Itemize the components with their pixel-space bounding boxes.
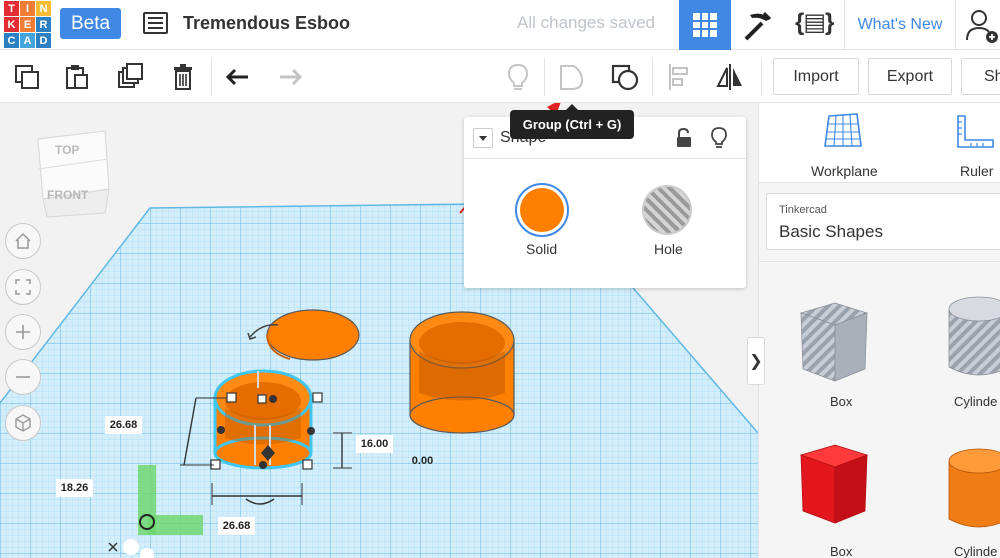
logo-letter: R: [36, 17, 51, 32]
import-button[interactable]: Import: [773, 58, 859, 95]
fit-view-icon: [15, 279, 31, 295]
show-all-button[interactable]: [500, 59, 536, 95]
collapse-caret-icon[interactable]: [473, 128, 493, 148]
undo-button[interactable]: [220, 59, 256, 95]
shapes-library-panel: Workplane Ruler Tinkercad Basic Shapes B…: [758, 103, 1000, 558]
save-status: All changes saved: [517, 13, 655, 32]
elevation-label[interactable]: 0.00: [404, 452, 441, 470]
shape-library-dropdown[interactable]: Tinkercad Basic Shapes: [766, 193, 1000, 250]
group-button[interactable]: [553, 59, 589, 95]
duplicate-icon: [118, 63, 143, 88]
ruler-icon[interactable]: [955, 114, 995, 150]
logo-letter: K: [4, 17, 19, 32]
x-dimension-label[interactable]: 26.68: [218, 517, 255, 535]
view-cube-top-label: TOP: [55, 143, 80, 157]
ungroup-shape-icon: [611, 64, 639, 91]
logo-letter: N: [36, 1, 51, 16]
duplicate-button[interactable]: [113, 59, 149, 95]
align-button[interactable]: [661, 59, 697, 95]
lightbulb-icon: [507, 63, 529, 90]
3d-view-button[interactable]: [679, 0, 731, 50]
mirror-icon: [716, 64, 742, 90]
solid-label: Solid: [526, 241, 558, 257]
copy-button[interactable]: [9, 59, 45, 95]
library-vendor: Tinkercad: [779, 204, 827, 216]
home-icon: [15, 232, 31, 249]
code-blocks-icon[interactable]: {▤}: [795, 8, 834, 37]
share-button[interactable]: Sh: [961, 58, 1000, 95]
zoom-in-button[interactable]: [5, 314, 41, 350]
chevron-right-icon: ❯: [749, 353, 763, 370]
shape-label: Box: [830, 544, 853, 558]
design-list-icon[interactable]: [143, 12, 168, 34]
align-icon: [669, 64, 688, 90]
tinkercad-logo[interactable]: T I N K E R C A D: [4, 1, 51, 48]
beta-badge[interactable]: Beta: [60, 8, 121, 39]
library-name: Basic Shapes: [779, 222, 883, 241]
box-shape[interactable]: [795, 433, 871, 543]
shape-label: Cylinde: [954, 544, 998, 558]
z-dimension-label[interactable]: 16.00: [356, 435, 393, 453]
logo-letter: D: [36, 33, 51, 48]
logo-letter: C: [4, 33, 19, 48]
logo-letter: I: [20, 1, 35, 16]
paste-button[interactable]: [59, 59, 95, 95]
zoom-out-button[interactable]: [5, 359, 41, 395]
redo-button[interactable]: [272, 59, 308, 95]
view-cube-front-label: FRONT: [47, 188, 89, 202]
3d-workspace[interactable]: TOP FRONT 26.68 16.00 0.00 18.26 26.68 S…: [0, 103, 758, 558]
top-bar: T I N K E R C A D Beta Tremendous Esboo …: [0, 0, 1000, 50]
home-view-button[interactable]: [5, 223, 41, 259]
grid-icon: [693, 13, 717, 37]
workplane-label: Workplane: [811, 163, 878, 179]
cylinder-shape[interactable]: [947, 443, 1000, 535]
export-button[interactable]: Export: [868, 58, 952, 95]
mirror-button[interactable]: [712, 59, 748, 95]
y-dimension-label[interactable]: 18.26: [56, 479, 93, 497]
shape-label: Box: [830, 394, 853, 409]
group-shape-icon: [560, 65, 584, 90]
delete-button[interactable]: [165, 59, 201, 95]
minus-icon: [16, 376, 30, 378]
redo-arrow-icon: [280, 68, 303, 86]
box-hole-shape[interactable]: [795, 291, 871, 383]
unlock-icon[interactable]: [675, 128, 693, 148]
plus-icon: [16, 325, 30, 339]
logo-letter: A: [20, 33, 35, 48]
ruler-label: Ruler: [960, 163, 994, 179]
ungroup-button[interactable]: [607, 59, 643, 95]
height-dimension-label[interactable]: 26.68: [105, 416, 142, 434]
workplane-icon[interactable]: [823, 112, 863, 150]
trash-icon: [174, 64, 192, 90]
shape-inspector-panel: Shape Solid Hole: [464, 117, 746, 288]
logo-letter: E: [20, 17, 35, 32]
fit-view-button[interactable]: [5, 269, 41, 305]
lightbulb-icon[interactable]: [710, 127, 728, 149]
cube-icon: [15, 414, 31, 432]
logo-letter: T: [4, 1, 19, 16]
edit-toolbar: Import Export Sh: [0, 50, 1000, 103]
solid-swatch: [520, 188, 564, 232]
undo-arrow-icon: [225, 68, 248, 86]
perspective-button[interactable]: [5, 405, 41, 441]
pickaxe-icon[interactable]: [740, 7, 776, 43]
solid-color-button[interactable]: [515, 183, 569, 237]
hole-label: Hole: [654, 241, 683, 257]
shape-label: Cylinde: [954, 394, 998, 409]
workplane-ruler-bar: Workplane Ruler: [759, 103, 1000, 183]
hole-button[interactable]: [642, 185, 692, 235]
panel-collapse-tab[interactable]: ❯: [747, 337, 765, 385]
paste-icon: [66, 65, 88, 89]
copy-icon: [15, 65, 39, 89]
user-add-icon[interactable]: [966, 8, 1000, 44]
cylinder-hole-shape[interactable]: [947, 291, 1000, 383]
design-title[interactable]: Tremendous Esboo: [183, 13, 350, 34]
group-tooltip: Group (Ctrl + G): [510, 104, 634, 139]
whats-new-link[interactable]: What's New: [844, 0, 956, 50]
